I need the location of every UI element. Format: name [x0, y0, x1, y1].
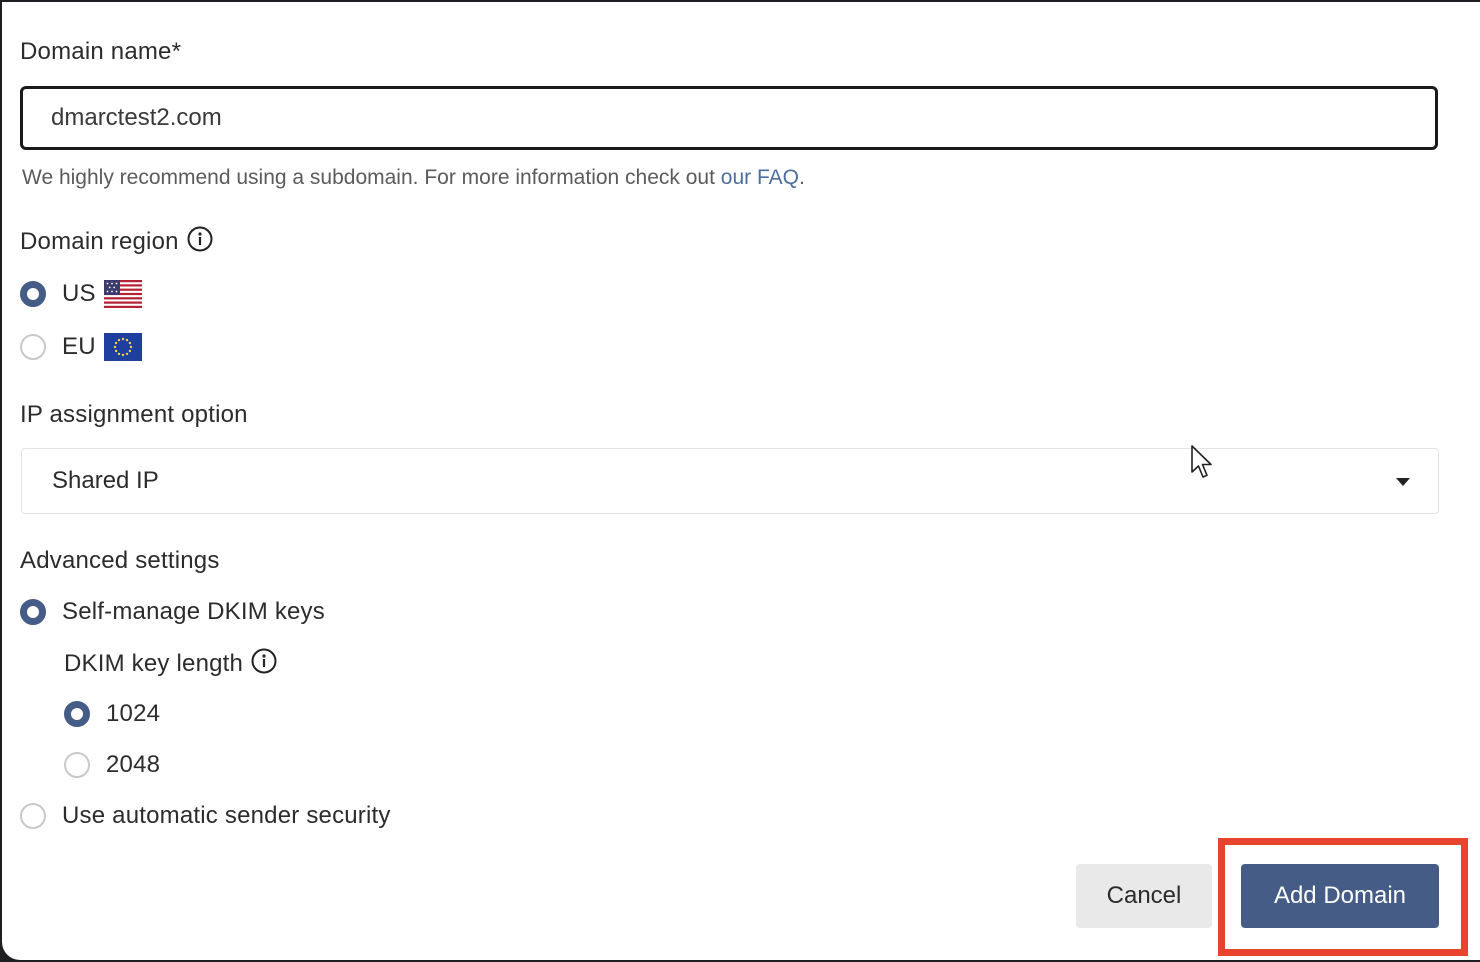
eu-flag-icon	[103, 333, 142, 361]
domain-help-text: We highly recommend using a subdomain. F…	[22, 166, 805, 190]
dkim-2048-radio[interactable]	[64, 752, 90, 778]
region-us-label: US	[62, 280, 96, 307]
dkim-self-manage-option[interactable]: Self-manage DKIM keys	[20, 598, 325, 626]
ip-assignment-select[interactable]: Shared IP	[21, 448, 1439, 514]
auto-sender-security-option[interactable]: Use automatic sender security	[20, 802, 391, 830]
caret-down-icon	[1396, 478, 1410, 486]
region-option-eu[interactable]: EU	[20, 333, 142, 361]
region-us-radio[interactable]	[20, 281, 46, 307]
auto-sender-security-label: Use automatic sender security	[62, 802, 391, 829]
dkim-1024-option[interactable]: 1024	[64, 700, 160, 728]
advanced-settings-label: Advanced settings	[20, 547, 220, 574]
mouse-cursor-icon	[1191, 445, 1212, 478]
dkim-1024-radio[interactable]	[64, 701, 90, 727]
auto-sender-security-radio[interactable]	[20, 803, 46, 829]
dkim-self-manage-label: Self-manage DKIM keys	[62, 598, 325, 625]
domain-name-input[interactable]	[20, 86, 1438, 150]
dkim-1024-label: 1024	[106, 700, 161, 727]
add-domain-button[interactable]: Add Domain	[1241, 864, 1439, 928]
faq-link[interactable]: our FAQ	[721, 166, 799, 189]
info-icon[interactable]	[187, 226, 213, 252]
dkim-key-length-label: DKIM key length	[64, 650, 244, 677]
domain-region-heading: Domain region	[20, 226, 213, 256]
region-eu-label: EU	[62, 333, 96, 360]
dkim-2048-label: 2048	[106, 751, 161, 778]
add-domain-dialog: Domain name* We highly recommend using a…	[2, 2, 1480, 960]
dkim-2048-option[interactable]: 2048	[64, 751, 160, 779]
ip-assignment-label: IP assignment option	[20, 401, 248, 428]
domain-region-label: Domain region	[20, 228, 179, 255]
region-option-us[interactable]: US	[20, 280, 142, 308]
ip-assignment-value: Shared IP	[52, 467, 159, 494]
help-text: We highly recommend using a subdomain. F…	[22, 166, 721, 189]
help-suffix: .	[798, 166, 805, 189]
info-icon[interactable]	[251, 648, 277, 674]
dkim-self-manage-radio[interactable]	[20, 599, 46, 625]
region-eu-radio[interactable]	[20, 334, 46, 360]
cancel-button[interactable]: Cancel	[1076, 864, 1212, 928]
domain-name-label: Domain name*	[20, 38, 182, 65]
us-flag-icon	[103, 280, 142, 308]
dkim-key-length-heading: DKIM key length	[64, 648, 277, 678]
